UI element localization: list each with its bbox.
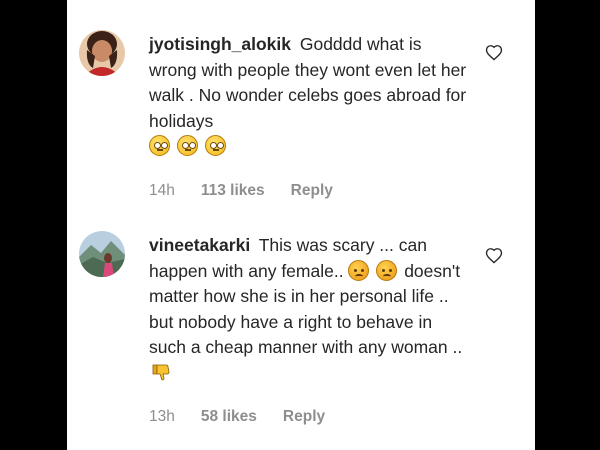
comment-likes[interactable]: 113 likes [201,182,265,200]
comment-time[interactable]: 13h [149,408,175,426]
comments-panel: jyotisingh_alokik Godddd what is wrong w… [67,0,535,450]
comment-meta: 13h 58 likes Reply [149,408,325,426]
comment-likes[interactable]: 58 likes [201,408,257,426]
thumbs-down-icon [152,364,170,381]
comment-username[interactable]: vineetakarki [149,235,250,255]
comment-body: jyotisingh_alokik Godddd what is wrong w… [149,32,467,160]
face-with-rolling-eyes-icon [149,135,170,157]
reply-button[interactable]: Reply [291,182,333,200]
text-fade-overlay [431,34,486,64]
avatar[interactable] [79,231,125,277]
comment-body: vineetakarki This was scary ... can happ… [149,233,467,387]
reply-button[interactable]: Reply [283,408,325,426]
angry-face-icon [348,259,370,281]
like-heart-icon[interactable] [485,44,503,61]
face-with-rolling-eyes-icon [176,135,198,157]
comment-meta: 14h 113 likes Reply [149,182,333,200]
comment-username[interactable]: jyotisingh_alokik [149,34,291,54]
angry-face-icon [376,259,398,281]
like-heart-icon[interactable] [485,247,503,264]
comment-time[interactable]: 14h [149,182,175,200]
face-with-rolling-eyes-icon [204,135,226,157]
avatar[interactable] [79,30,125,76]
